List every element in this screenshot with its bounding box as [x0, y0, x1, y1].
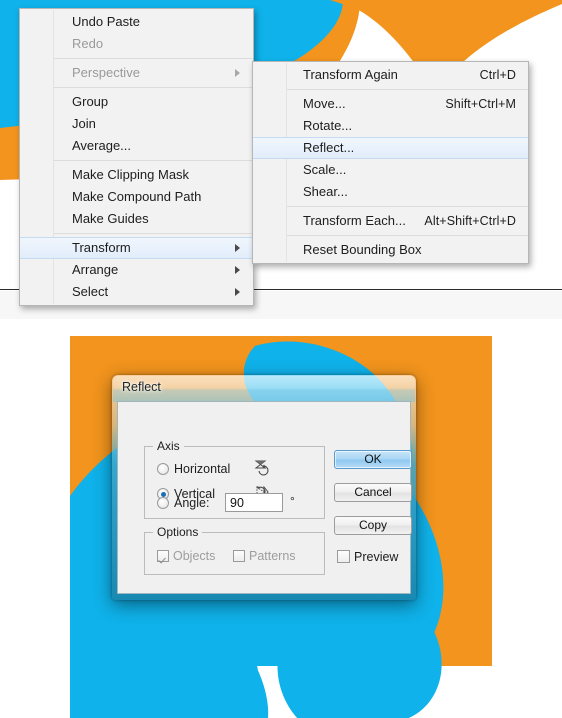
- menu-item-label: Transform Again: [303, 67, 398, 82]
- menu-separator: [286, 235, 528, 236]
- menu-item-label: Group: [72, 94, 109, 109]
- menu-item-transform-again[interactable]: Transform Again Ctrl+D: [253, 64, 528, 86]
- menu-separator: [286, 206, 528, 207]
- checkbox-objects[interactable]: Objects: [157, 548, 215, 564]
- menu-separator: [53, 160, 253, 161]
- menu-item-label: Make Compound Path: [72, 189, 202, 204]
- chevron-right-icon: [235, 266, 240, 274]
- menu-separator: [53, 58, 253, 59]
- menu-item-reflect[interactable]: Reflect...: [253, 137, 528, 159]
- menu-separator: [53, 233, 253, 234]
- menu-item-label: Redo: [72, 36, 104, 51]
- angle-input[interactable]: [225, 493, 283, 512]
- dialog-body: Axis Horizontal Vertical Angle: 90 ° Opt…: [117, 401, 412, 594]
- menu-separator: [53, 87, 253, 88]
- menu-item-make-guides[interactable]: Make Guides: [20, 208, 253, 230]
- menu-separator: [286, 89, 528, 90]
- submenu-items-container: Transform Again Ctrl+D Move... Shift+Ctr…: [253, 64, 528, 261]
- menu-item-label: Make Clipping Mask: [72, 167, 190, 182]
- menu-item-make-clipping-mask[interactable]: Make Clipping Mask: [20, 164, 253, 186]
- angle-label: Angle:: [174, 496, 210, 510]
- menu-item-label: Arrange: [72, 262, 119, 277]
- flip-horizontal-icon: [254, 460, 269, 476]
- radio-horizontal[interactable]: Horizontal: [157, 461, 230, 477]
- menu-item-scale[interactable]: Scale...: [253, 159, 528, 181]
- menu-item-label: Perspective: [72, 65, 140, 80]
- menu-item-label: Scale...: [303, 162, 347, 177]
- menu-item-label: Move...: [303, 96, 346, 111]
- checkbox-preview-label: Preview: [354, 550, 399, 564]
- transform-submenu[interactable]: Transform Again Ctrl+D Move... Shift+Ctr…: [252, 61, 529, 264]
- menu-item-shortcut: Alt+Shift+Ctrl+D: [424, 214, 516, 228]
- menu-item-group[interactable]: Group: [20, 91, 253, 113]
- checkbox-objects-box[interactable]: [157, 550, 169, 562]
- menu-item-label: Rotate...: [303, 118, 353, 133]
- menu-item-label: Transform: [72, 240, 131, 255]
- menu-item-label: Average...: [72, 138, 132, 153]
- options-groupbox: Options Objects Patterns: [144, 525, 325, 575]
- radio-angle-dot[interactable]: [157, 497, 169, 509]
- menu-item-label: Make Guides: [72, 211, 149, 226]
- menu-item-shortcut: Ctrl+D: [479, 68, 516, 82]
- menu-item-shortcut: Shift+Ctrl+M: [445, 97, 516, 111]
- checkbox-objects-label: Objects: [173, 549, 216, 563]
- ok-button[interactable]: OK: [334, 450, 412, 469]
- options-group-label: Options: [153, 525, 203, 539]
- menu-item-make-compound-path[interactable]: Make Compound Path: [20, 186, 253, 208]
- checkbox-patterns-box[interactable]: [233, 550, 245, 562]
- dialog-title: Reflect: [122, 380, 161, 394]
- menu-item-redo[interactable]: Redo: [20, 33, 253, 55]
- menu-item-label: Shear...: [303, 184, 348, 199]
- checkbox-preview-box[interactable]: [337, 550, 350, 563]
- menu-item-select[interactable]: Select: [20, 281, 253, 303]
- radio-horizontal-label: Horizontal: [174, 462, 231, 476]
- dialog-titlebar[interactable]: Reflect: [113, 376, 415, 402]
- menu-item-shear[interactable]: Shear...: [253, 181, 528, 203]
- menu-item-undo-paste[interactable]: Undo Paste: [20, 11, 253, 33]
- menu-item-arrange[interactable]: Arrange: [20, 259, 253, 281]
- chevron-right-icon: [235, 244, 240, 252]
- axis-group-label: Axis: [153, 439, 184, 453]
- chevron-right-icon: [235, 288, 240, 296]
- menu-item-label: Join: [72, 116, 96, 131]
- degree-symbol: °: [290, 494, 295, 508]
- menu-item-perspective[interactable]: Perspective: [20, 62, 253, 84]
- menu-item-label: Reflect...: [303, 140, 355, 155]
- menu-item-rotate[interactable]: Rotate...: [253, 115, 528, 137]
- menu-item-transform[interactable]: Transform: [20, 237, 253, 259]
- checkbox-patterns-label: Patterns: [249, 549, 296, 563]
- menu-item-label: Transform Each...: [303, 213, 406, 228]
- menu-item-reset-bounding-box[interactable]: Reset Bounding Box: [253, 239, 528, 261]
- chevron-right-icon: [235, 69, 240, 77]
- axis-groupbox: Axis Horizontal Vertical Angle: 90 °: [144, 439, 325, 519]
- menu-item-join[interactable]: Join: [20, 113, 253, 135]
- radio-angle[interactable]: Angle: °: [157, 493, 295, 512]
- checkbox-preview[interactable]: Preview: [337, 549, 398, 565]
- menu-item-move[interactable]: Move... Shift+Ctrl+M: [253, 93, 528, 115]
- object-context-menu[interactable]: Undo Paste Redo Perspective Group Join A…: [19, 8, 254, 306]
- menu-items-container: Undo Paste Redo Perspective Group Join A…: [20, 11, 253, 303]
- menu-item-average[interactable]: Average...: [20, 135, 253, 157]
- menu-item-label: Undo Paste: [72, 14, 140, 29]
- checkbox-patterns[interactable]: Patterns: [233, 548, 296, 564]
- menu-item-label: Reset Bounding Box: [303, 242, 422, 257]
- menu-item-transform-each[interactable]: Transform Each... Alt+Shift+Ctrl+D: [253, 210, 528, 232]
- copy-button[interactable]: Copy: [334, 516, 412, 535]
- menu-item-label: Select: [72, 284, 109, 299]
- cancel-button[interactable]: Cancel: [334, 483, 412, 502]
- reflect-dialog[interactable]: Reflect Axis Horizontal Vertical Angle: …: [112, 375, 416, 600]
- radio-horizontal-dot[interactable]: [157, 463, 169, 475]
